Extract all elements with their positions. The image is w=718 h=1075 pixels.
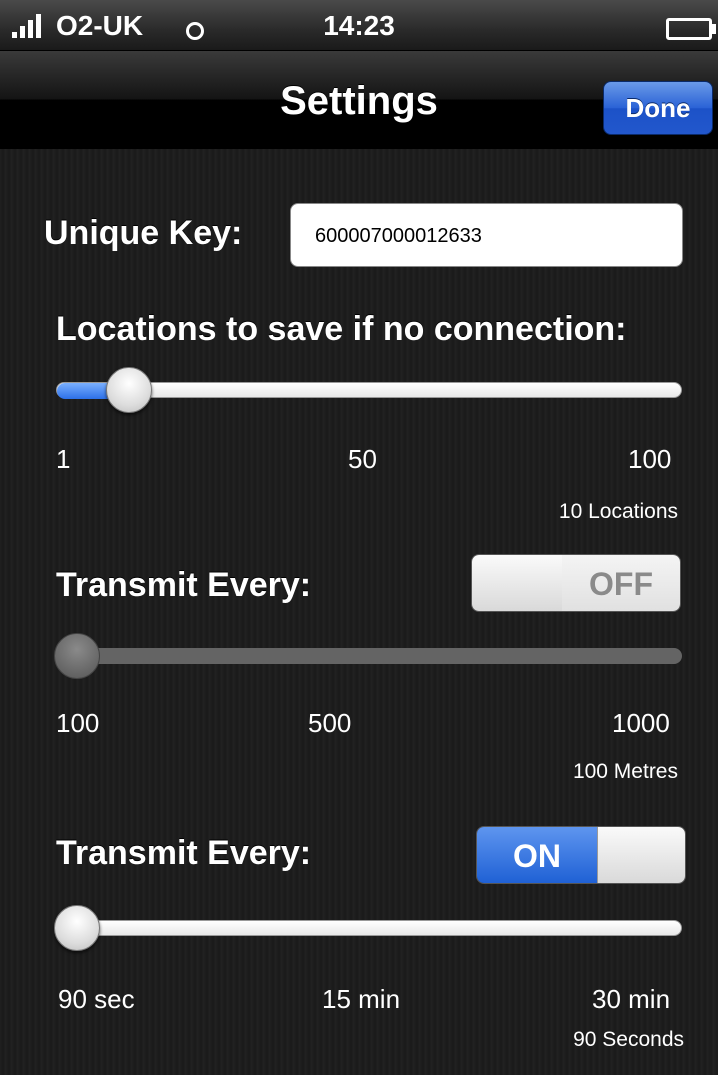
- unique-key-label: Unique Key:: [44, 214, 243, 252]
- switch-state-label: ON: [477, 827, 597, 883]
- unique-key-field[interactable]: 600007000012633: [290, 203, 683, 267]
- navigation-bar: Settings Done: [0, 51, 718, 149]
- time-slider-track[interactable]: [56, 920, 682, 936]
- clock: 14:23: [323, 10, 395, 41]
- transmit-distance-label: Transmit Every:: [56, 566, 312, 604]
- locations-label: Locations to save if no connection:: [56, 310, 627, 348]
- locations-value: 10 Locations: [558, 500, 678, 523]
- distance-slider-thumb[interactable]: [54, 633, 100, 679]
- transmit-time-label: Transmit Every:: [56, 834, 312, 872]
- transmit-distance-switch[interactable]: OFF: [471, 554, 681, 612]
- distance-slider-track[interactable]: [56, 648, 682, 664]
- locations-slider-thumb[interactable]: [106, 367, 152, 413]
- switch-knob: [597, 827, 685, 883]
- time-tick-min: 90 sec: [58, 984, 135, 1014]
- distance-value: 100 Metres: [572, 760, 678, 783]
- time-tick-mid: 15 min: [322, 984, 401, 1014]
- settings-panel: [0, 149, 718, 1075]
- locations-tick-min: 1: [56, 444, 71, 474]
- time-slider-thumb[interactable]: [54, 905, 100, 951]
- done-button[interactable]: Done: [603, 81, 713, 135]
- distance-tick-mid: 500: [308, 708, 352, 738]
- transmit-time-switch[interactable]: ON: [476, 826, 686, 884]
- battery-charging-icon: [666, 18, 712, 40]
- battery-tip: [712, 24, 716, 34]
- switch-knob: [472, 555, 563, 611]
- time-tick-max: 30 min: [592, 984, 671, 1014]
- status-bar: O2-UK 14:23: [0, 0, 718, 51]
- locations-tick-mid: 50: [348, 444, 377, 474]
- time-value: 90 Seconds: [573, 1028, 684, 1051]
- switch-state-label: OFF: [562, 555, 680, 611]
- distance-tick-min: 100: [56, 708, 100, 738]
- locations-tick-max: 100: [628, 444, 672, 474]
- distance-tick-max: 1000: [612, 708, 670, 738]
